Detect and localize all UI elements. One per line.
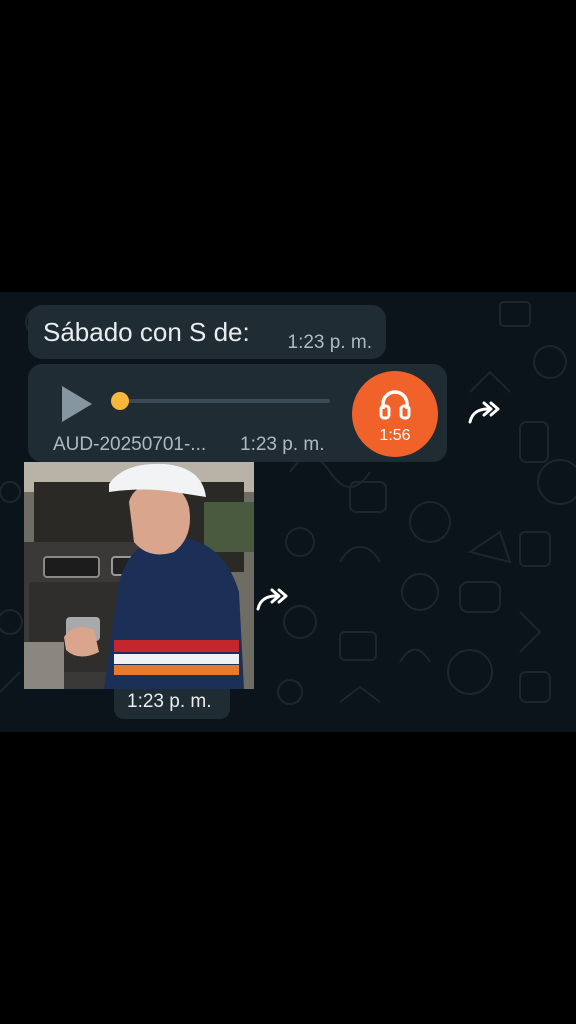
audio-avatar: 1:56 <box>352 371 438 457</box>
photo-timestamp-bubble: 1:23 p. m. <box>114 689 230 719</box>
audio-seek-track[interactable] <box>120 399 330 403</box>
forward-icon[interactable] <box>466 400 502 426</box>
audio-filename: AUD-20250701-... <box>53 434 207 455</box>
message-timestamp: 1:23 p. m. <box>127 691 212 712</box>
play-icon[interactable] <box>60 384 94 424</box>
message-photo[interactable] <box>24 462 254 689</box>
headphones-icon <box>379 390 411 420</box>
audio-duration: 1:56 <box>379 427 411 444</box>
audio-seek-handle[interactable] <box>111 392 129 410</box>
message-text: Sábado con S de: <box>43 317 250 347</box>
message-timestamp: 1:23 p. m. <box>287 332 373 353</box>
message-bubble-text[interactable]: Sábado con S de: 1:23 p. m. <box>28 305 386 359</box>
forward-icon[interactable] <box>254 587 290 613</box>
message-timestamp: 1:23 p. m. <box>240 434 325 455</box>
message-bubble-audio[interactable]: AUD-20250701-... 1:23 p. m. 1:56 <box>28 364 447 462</box>
